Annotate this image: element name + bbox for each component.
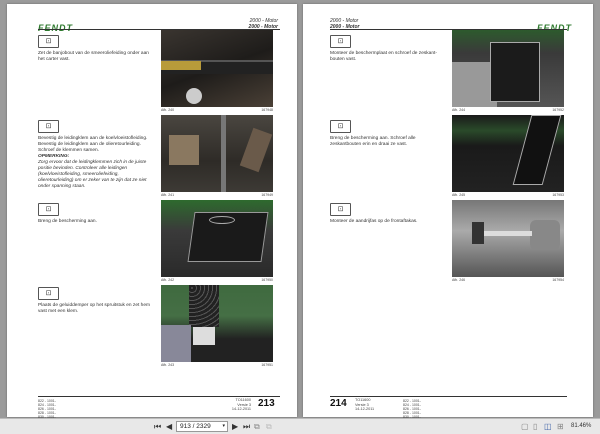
tool-icon: ⊡ [38, 120, 59, 133]
tool-icon: ⊡ [38, 35, 59, 48]
tool-icon: ⊡ [38, 287, 59, 300]
step-text: Bevestig de leidingklem aan de koelvloei… [38, 136, 148, 153]
figure-photo [161, 30, 273, 107]
doc-date: 14-12-2011 [231, 407, 251, 411]
next-page-icon[interactable]: ▶ [232, 422, 238, 431]
copy-icon[interactable]: ⧉ [254, 422, 260, 432]
step-text: Plaats de geluiddemper op het spruitstuk… [38, 303, 150, 314]
caption-code: 167952 [552, 108, 564, 112]
single-page-view-icon[interactable]: ▢ [521, 422, 529, 431]
footer-meta: TO11600 Versie 3 14-12-2011 [221, 398, 251, 412]
figure-caption: Afb. 243 167951 [161, 363, 273, 367]
footer-codes: 822 - 1001- 824 - 1001- 826 - 1001- 828 - 1… [38, 399, 56, 419]
figure-caption: Afb. 245 167953 [452, 193, 564, 197]
chevron-down-icon[interactable]: ▾ [222, 423, 225, 429]
caption-label: Afb. 244 [452, 108, 466, 112]
caption-label: Afb. 243 [161, 363, 175, 367]
step-text: Monteer de aandrijfas op de frontaftakas… [330, 219, 418, 224]
figure-photo [161, 115, 273, 192]
continuous-view-icon[interactable]: ▯ [533, 422, 537, 431]
caption-code: 167954 [552, 278, 564, 282]
caption-label: Afb. 246 [452, 278, 466, 282]
page-number-input[interactable]: 913 / 2329 ▾ [176, 421, 228, 432]
figure-photo [452, 115, 564, 192]
viewer-toolbar: ⏮ ◀ 913 / 2329 ▾ ▶ ⏭ ⧉ ⧉ ▢ ▯ ◫ ⊞ 81.46% [0, 418, 600, 434]
step-2: ⊡ Breng de bescherming aan. Schroef alle … [330, 120, 445, 148]
caption-code: 167950 [261, 278, 273, 282]
first-page-icon[interactable]: ⏮ [154, 422, 161, 432]
footer-divider [330, 396, 567, 397]
fendt-logo: FENDT [38, 23, 73, 33]
caption-code: 167949 [261, 193, 273, 197]
figure-photo [452, 30, 564, 107]
tool-icon: ⊡ [330, 35, 351, 48]
footer-divider [38, 396, 280, 397]
figure-photo [161, 200, 273, 277]
page-indicator: 913 / 2329 [180, 423, 211, 430]
two-page-continuous-icon[interactable]: ⊞ [557, 422, 564, 431]
doc-date: 14-12-2011 [355, 407, 375, 411]
caption-label: Afb. 241 [161, 193, 175, 197]
step-text: Zet de banjobout van de smeeroliefeiding… [38, 51, 149, 62]
caption-label: Afb. 245 [452, 193, 466, 197]
page-number: 214 [330, 398, 347, 409]
figure-caption: Afb. 242 167950 [161, 278, 273, 282]
caption-label: Afb. 242 [161, 278, 175, 282]
tool-icon: ⊡ [38, 203, 59, 216]
left-page: FENDT 2000 - Motor 2000 - Motor ⊡ Zet de b… [7, 4, 297, 419]
step-text: Breng de bescherming aan. Schroef alle z… [330, 136, 416, 147]
figure-caption: Afb. 241 167949 [161, 193, 273, 197]
tool-icon: ⊡ [330, 120, 351, 133]
caption-code: 167951 [261, 363, 273, 367]
last-page-icon[interactable]: ⏭ [243, 422, 250, 432]
figure-photo [452, 200, 564, 277]
step-2: ⊡ Bevestig de leidingklem aan de koelvloe… [38, 120, 153, 190]
step-4: ⊡ Plaats de geluiddemper op het spruitstu… [38, 287, 153, 315]
step-text: Monteer de beschermplaat en schroef de z… [330, 51, 437, 62]
note-title: OPMERKING: [38, 154, 70, 159]
figure-photo [161, 285, 273, 362]
figure-caption: Afb. 244 167952 [452, 108, 564, 112]
right-page: FENDT 2000 - Motor 2000 - Motor ⊡ Monteer … [303, 4, 593, 419]
step-text: Breng de bescherming aan. [38, 219, 97, 224]
two-page-view-icon[interactable]: ◫ [544, 422, 552, 431]
caption-code: 167953 [552, 193, 564, 197]
page-number: 213 [258, 398, 275, 409]
paste-icon[interactable]: ⧉ [266, 422, 272, 432]
step-1: ⊡ Monteer de beschermplaat en schroef de … [330, 35, 445, 63]
note-text: Zorg ervoor dat de leidingklemmen zich i… [38, 160, 147, 189]
figure-caption: Afb. 240 167948 [161, 108, 273, 112]
zoom-level[interactable]: 81.46% [571, 423, 591, 429]
figure-caption: Afb. 246 167954 [452, 278, 564, 282]
caption-label: Afb. 240 [161, 108, 175, 112]
step-3: ⊡ Breng de bescherming aan. [38, 203, 153, 225]
footer-meta: TO11600 Versie 3 14-12-2011 [355, 398, 374, 412]
note: OPMERKING: Zorg ervoor dat de leidingklem… [38, 154, 153, 190]
step-3: ⊡ Monteer de aandrijfas op de frontaftaka… [330, 203, 445, 225]
caption-code: 167948 [261, 108, 273, 112]
footer-codes: 822 - 1001- 824 - 1001- 826 - 1001- 828 - 1… [403, 399, 421, 419]
step-1: ⊡ Zet de banjobout van de smeeroliefeidin… [38, 35, 153, 63]
tool-icon: ⊡ [330, 203, 351, 216]
previous-page-icon[interactable]: ◀ [166, 422, 172, 431]
